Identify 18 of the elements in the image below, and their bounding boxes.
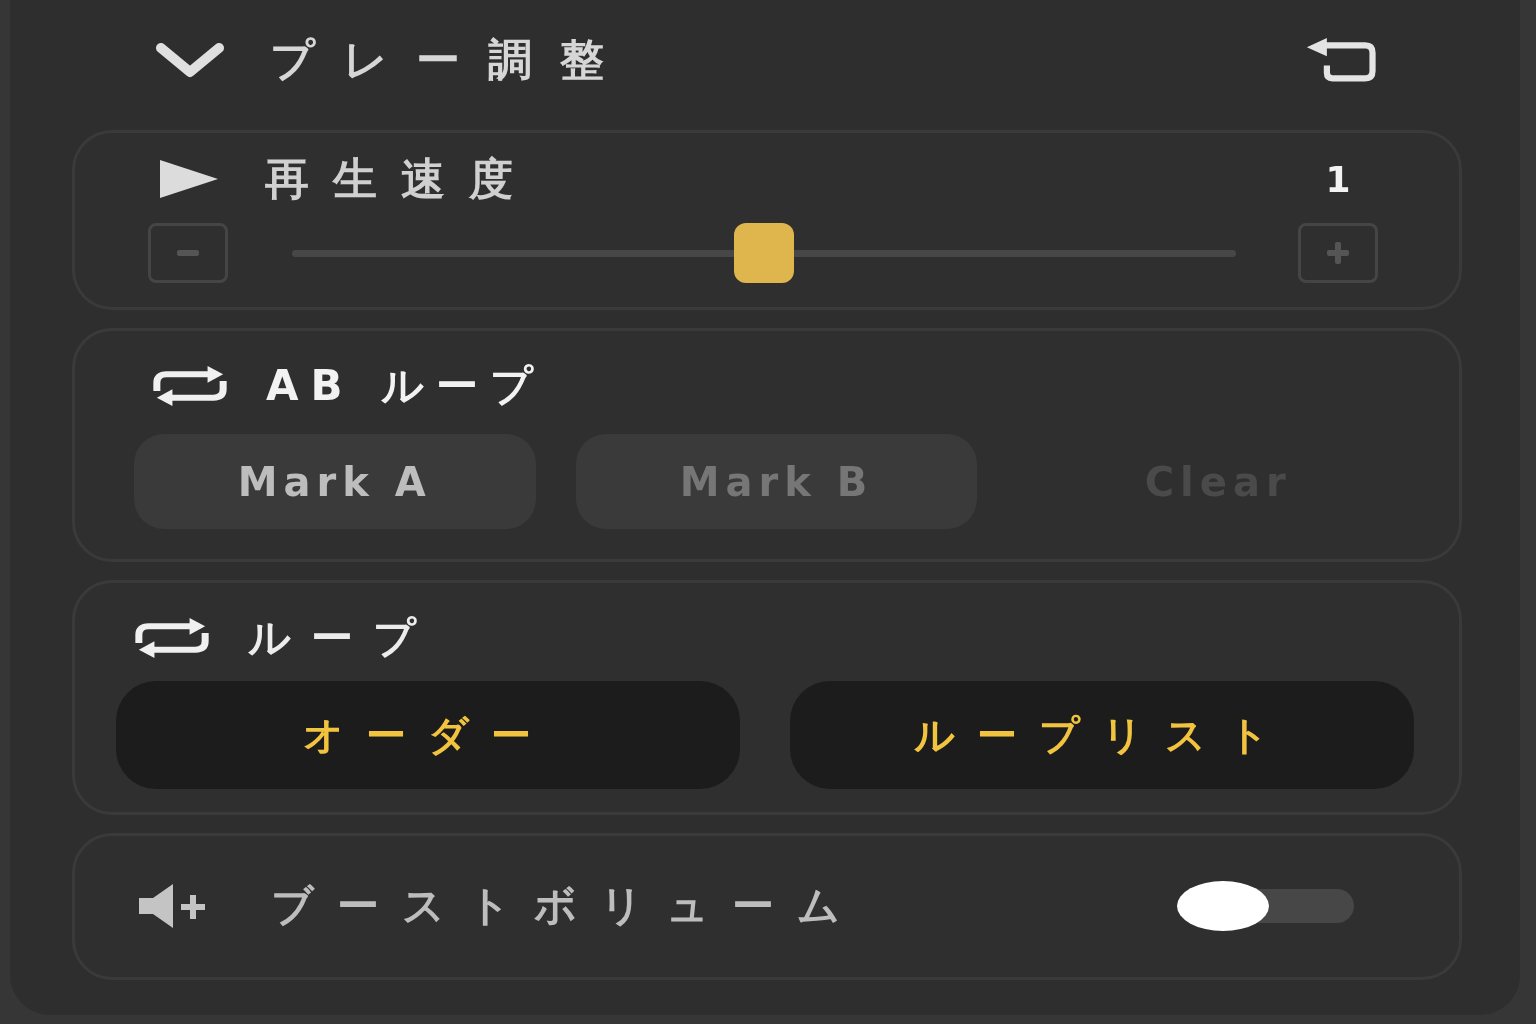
boost-volume-label: ブーストボリューム (271, 880, 863, 932)
plus-icon (1327, 242, 1349, 264)
ab-loop-title: AB ループ (266, 360, 546, 412)
repeat-icon (133, 618, 211, 658)
loop-mode-button[interactable]: ループリスト (790, 681, 1414, 789)
repeat-icon (151, 366, 229, 406)
toggle-switch[interactable] (1177, 881, 1354, 931)
loop-title: ループ (248, 612, 436, 664)
minus-icon (177, 250, 199, 256)
speed-label: 再生速度 (265, 151, 537, 206)
loop-mode-button[interactable]: オーダー (116, 681, 740, 789)
speed-value: 1 (1324, 158, 1352, 200)
play-icon (160, 160, 218, 198)
slider-thumb[interactable] (734, 223, 794, 283)
panel-title: プレー調整 (270, 32, 632, 87)
mark-button[interactable]: Mark A (134, 434, 536, 529)
return-arrow-icon[interactable] (1305, 38, 1378, 82)
chevron-down-icon[interactable] (155, 42, 225, 78)
